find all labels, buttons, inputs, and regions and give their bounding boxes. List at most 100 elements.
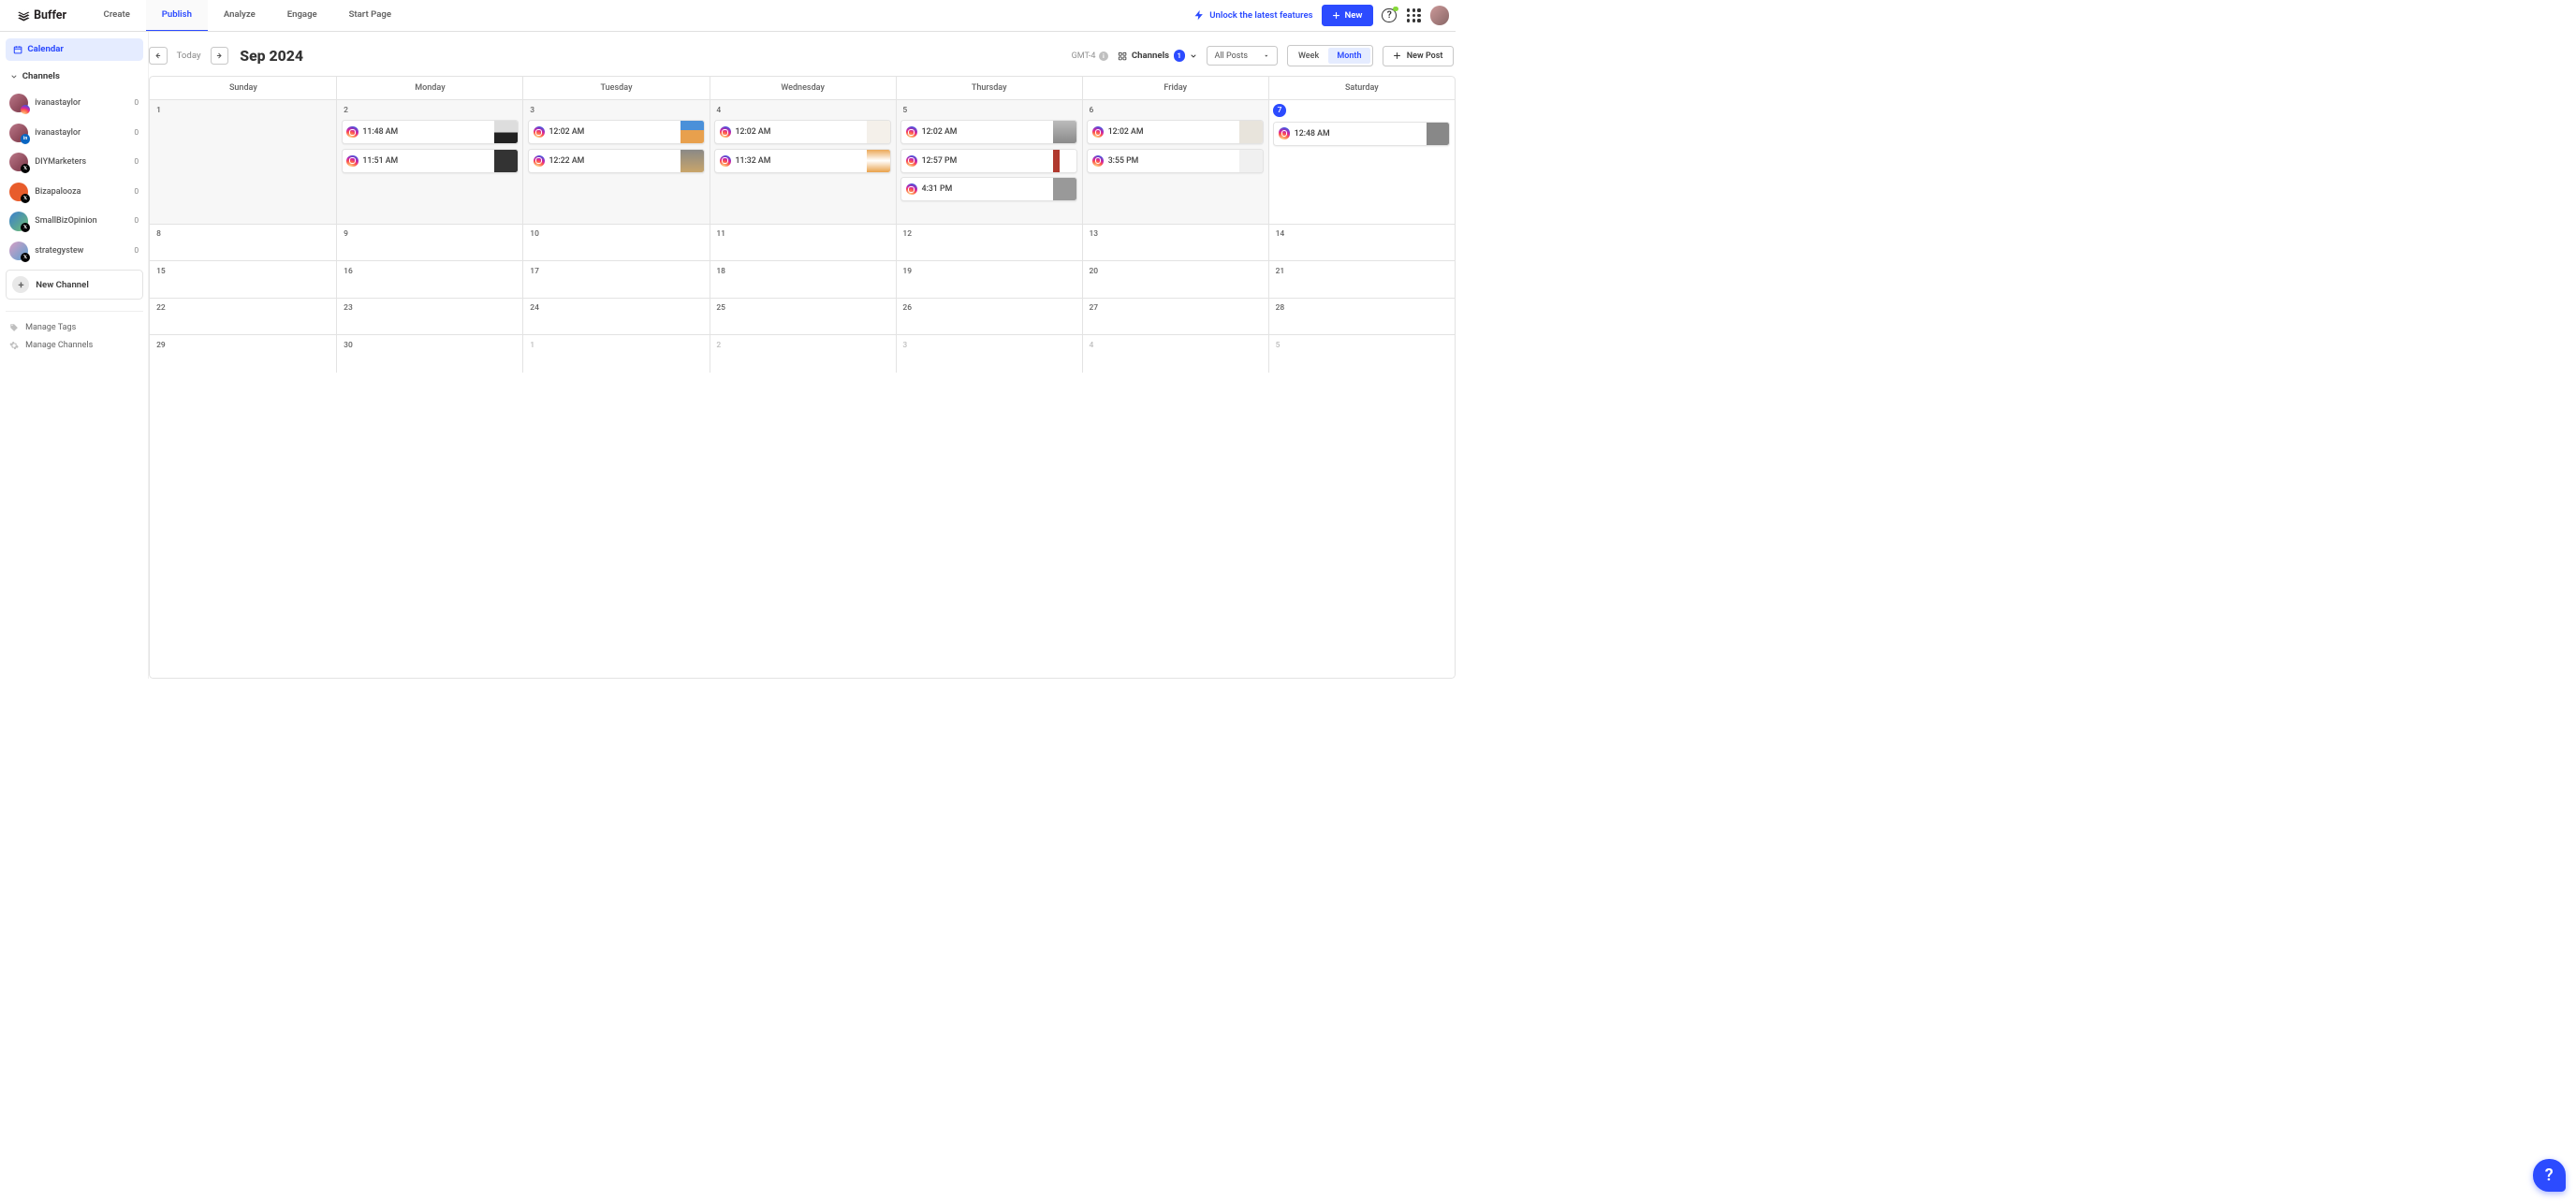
calendar-day-cell[interactable]: 12 — [896, 225, 1082, 261]
calendar-day-cell[interactable]: 1 — [522, 335, 709, 373]
calendar-day-cell[interactable]: 3 — [896, 335, 1082, 373]
unlock-label: Unlock the latest features — [1209, 10, 1312, 21]
calendar-day-cell[interactable]: 5 — [1268, 335, 1455, 373]
nav-engage[interactable]: Engage — [271, 0, 333, 31]
calendar-day-cell[interactable]: 4 — [1082, 335, 1268, 373]
calendar-day-cell[interactable]: 30 — [336, 335, 522, 373]
calendar-event[interactable]: 11:32 AM — [714, 149, 891, 173]
day-number: 24 — [528, 302, 541, 314]
instagram-icon — [346, 126, 358, 138]
calendar-day-cell[interactable]: 14 — [1268, 225, 1455, 261]
calendar-day-cell[interactable]: 29 — [150, 335, 336, 373]
day-number: 16 — [342, 266, 355, 277]
sidebar-channel-item[interactable]: in ivanastaylor 0 — [6, 118, 143, 148]
calendar-event[interactable]: 12:57 PM — [900, 149, 1077, 173]
calendar-day-cell[interactable]: 21 — [1268, 261, 1455, 298]
channel-count: 0 — [134, 216, 139, 226]
weekday-header: Saturday — [1268, 77, 1455, 100]
manage-channels-link[interactable]: Manage Channels — [6, 337, 143, 355]
calendar-event[interactable]: 12:48 AM — [1273, 122, 1450, 146]
sidebar-channel-item[interactable]: 𝕏 Bizapalooza 0 — [6, 177, 143, 207]
manage-tags-link[interactable]: Manage Tags — [6, 319, 143, 337]
timezone-label[interactable]: GMT-4 i — [1072, 51, 1108, 61]
nav-create[interactable]: Create — [88, 0, 146, 31]
manage-tags-label: Manage Tags — [25, 323, 76, 332]
new-post-label: New Post — [1407, 51, 1443, 61]
calendar-event[interactable]: 12:22 AM — [528, 149, 705, 173]
calendar-day-cell[interactable]: 8 — [150, 225, 336, 261]
calendar-day-cell[interactable]: 28 — [1268, 299, 1455, 335]
channels-dropdown[interactable]: Channels 1 — [1118, 50, 1196, 61]
calendar-day-cell[interactable]: 16 — [336, 261, 522, 298]
x-badge-icon: 𝕏 — [21, 223, 30, 232]
calendar-day-cell[interactable]: 17 — [522, 261, 709, 298]
calendar-event[interactable]: 12:02 AM — [1087, 120, 1264, 144]
calendar-event[interactable]: 12:02 AM — [900, 120, 1077, 144]
new-post-button[interactable]: New Post — [1383, 46, 1454, 66]
calendar-day-cell[interactable]: 3 12:02 AM 12:22 AM — [522, 100, 709, 224]
calendar-event[interactable]: 12:02 AM — [714, 120, 891, 144]
calendar-day-cell[interactable]: 26 — [896, 299, 1082, 335]
sidebar-channel-item[interactable]: 𝕏 strategystew 0 — [6, 236, 143, 266]
next-button[interactable] — [211, 47, 228, 65]
nav-startpage[interactable]: Start Page — [333, 0, 407, 31]
help-button[interactable]: ? — [1382, 7, 1398, 23]
calendar-event[interactable]: 12:02 AM — [528, 120, 705, 144]
new-channel-button[interactable]: + New Channel — [6, 270, 143, 299]
calendar-day-cell[interactable]: 22 — [150, 299, 336, 335]
calendar-day-cell[interactable]: 4 12:02 AM 11:32 AM — [710, 100, 896, 224]
calendar-day-cell[interactable]: 11 — [710, 225, 896, 261]
channel-name-label: ivanastaylor — [35, 128, 127, 138]
calendar-day-cell[interactable]: 19 — [896, 261, 1082, 298]
unlock-features-link[interactable]: Unlock the latest features — [1193, 9, 1312, 21]
calendar-day-cell[interactable]: 5 12:02 AM 12:57 PM 4:31 PM — [896, 100, 1082, 224]
calendar-day-cell[interactable]: 23 — [336, 299, 522, 335]
calendar-day-cell[interactable]: 9 — [336, 225, 522, 261]
calendar-day-cell[interactable]: 24 — [522, 299, 709, 335]
apps-button[interactable] — [1406, 7, 1422, 23]
calendar-day-cell[interactable]: 2 — [710, 335, 896, 373]
user-avatar[interactable] — [1430, 6, 1449, 24]
posts-filter-dropdown[interactable]: All Posts — [1207, 46, 1278, 66]
sidebar-channel-item[interactable]: ivanastaylor 0 — [6, 88, 143, 118]
view-month-button[interactable]: Month — [1328, 48, 1369, 64]
channels-header[interactable]: Channels — [6, 61, 143, 88]
channel-count: 0 — [134, 98, 139, 108]
calendar-day-cell[interactable]: 1 — [150, 100, 336, 224]
sidebar-channel-item[interactable]: 𝕏 SmallBizOpinion 0 — [6, 207, 143, 237]
event-thumbnail — [1053, 149, 1076, 172]
new-button[interactable]: New — [1322, 5, 1373, 25]
day-number: 10 — [528, 228, 541, 240]
calendar-day-cell[interactable]: 25 — [710, 299, 896, 335]
instagram-icon — [720, 126, 731, 138]
day-number: 18 — [714, 266, 727, 277]
calendar-day-cell[interactable]: 18 — [710, 261, 896, 298]
calendar-event[interactable]: 4:31 PM — [900, 177, 1077, 201]
day-number: 2 — [714, 340, 723, 351]
nav-publish[interactable]: Publish — [146, 0, 208, 31]
help-fab-button[interactable]: ? — [2533, 1159, 2566, 1192]
calendar-day-cell[interactable]: 20 — [1082, 261, 1268, 298]
sidebar-item-calendar[interactable]: Calendar — [6, 38, 143, 62]
calendar-day-cell[interactable]: 15 — [150, 261, 336, 298]
day-number: 4 — [714, 104, 723, 115]
calendar-event[interactable]: 11:48 AM — [342, 120, 519, 144]
view-toggle: Week Month — [1287, 45, 1373, 66]
calendar-day-cell[interactable]: 7 12:48 AM — [1268, 100, 1455, 224]
view-week-button[interactable]: Week — [1290, 48, 1327, 64]
sidebar-channel-item[interactable]: 𝕏 DIYMarketers 0 — [6, 147, 143, 177]
calendar-event[interactable]: 11:51 AM — [342, 149, 519, 173]
calendar-day-cell[interactable]: 13 — [1082, 225, 1268, 261]
day-number: 19 — [900, 266, 914, 277]
calendar-event[interactable]: 3:55 PM — [1087, 149, 1264, 173]
logo[interactable]: Buffer — [7, 8, 78, 22]
calendar-day-cell[interactable]: 2 11:48 AM 11:51 AM — [336, 100, 522, 224]
prev-button[interactable] — [149, 47, 167, 65]
calendar-day-cell[interactable]: 10 — [522, 225, 709, 261]
today-button[interactable]: Today — [173, 51, 204, 61]
nav-analyze[interactable]: Analyze — [208, 0, 271, 31]
calendar-day-cell[interactable]: 27 — [1082, 299, 1268, 335]
calendar-day-cell[interactable]: 6 12:02 AM 3:55 PM — [1082, 100, 1268, 224]
info-icon: i — [1099, 51, 1108, 61]
instagram-icon — [906, 183, 917, 195]
